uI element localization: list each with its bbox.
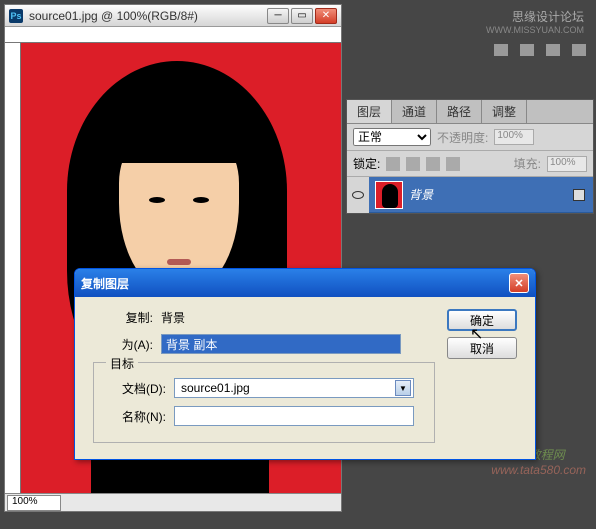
- panel-launcher-icon[interactable]: [572, 44, 586, 56]
- close-button[interactable]: ✕: [315, 8, 337, 24]
- visibility-icon[interactable]: [352, 191, 364, 199]
- lock-all-icon[interactable]: [446, 157, 460, 171]
- lock-image-icon[interactable]: [406, 157, 420, 171]
- document-select[interactable]: source01.jpg ▼: [174, 378, 414, 398]
- ps-icon: Ps: [9, 9, 23, 23]
- duplicate-label: 复制:: [93, 309, 153, 326]
- panel-launcher-icon[interactable]: [520, 44, 534, 56]
- layers-panel: 图层 通道 路径 调整 正常 不透明度: 100% 锁定: 填充: 100% 背…: [346, 99, 594, 214]
- lock-label: 锁定:: [353, 155, 380, 172]
- dialog-close-button[interactable]: ✕: [509, 273, 529, 293]
- watermark-forum: 思缘设计论坛 WWW.MISSYUAN.COM: [346, 2, 594, 37]
- opacity-label: 不透明度:: [437, 129, 488, 146]
- tab-adjust[interactable]: 调整: [482, 100, 527, 123]
- as-input[interactable]: [161, 334, 401, 354]
- blend-mode-select[interactable]: 正常: [353, 128, 431, 146]
- status-bar: 100%: [5, 493, 341, 511]
- ruler-vertical: [5, 43, 21, 493]
- opacity-value[interactable]: 100%: [494, 129, 534, 145]
- dialog-titlebar[interactable]: 复制图层 ✕: [75, 269, 535, 297]
- document-titlebar[interactable]: Ps source01.jpg @ 100%(RGB/8#) ─ ▭ ✕: [5, 5, 341, 27]
- chevron-down-icon[interactable]: ▼: [395, 380, 411, 396]
- tab-channels[interactable]: 通道: [392, 100, 437, 123]
- panel-launcher-icon[interactable]: [494, 44, 508, 56]
- panel-launcher-icon[interactable]: [546, 44, 560, 56]
- doc-label: 文档(D):: [106, 380, 166, 397]
- layer-row[interactable]: 背景: [347, 177, 593, 213]
- zoom-field[interactable]: 100%: [7, 495, 61, 511]
- fill-label: 填充:: [514, 155, 541, 172]
- layer-name[interactable]: 背景: [409, 186, 573, 203]
- maximize-button[interactable]: ▭: [291, 8, 313, 24]
- tab-paths[interactable]: 路径: [437, 100, 482, 123]
- lock-transparent-icon[interactable]: [386, 157, 400, 171]
- fill-value[interactable]: 100%: [547, 156, 587, 172]
- duplicate-source: 背景: [161, 309, 435, 326]
- target-legend: 目标: [106, 355, 138, 372]
- as-label: 为(A):: [93, 336, 153, 353]
- lock-position-icon[interactable]: [426, 157, 440, 171]
- cancel-button[interactable]: 取消: [447, 337, 517, 359]
- tab-layers[interactable]: 图层: [347, 100, 392, 123]
- name-input[interactable]: [174, 406, 414, 426]
- minimize-button[interactable]: ─: [267, 8, 289, 24]
- ruler-horizontal: [5, 27, 341, 43]
- panel-dock-icons: [346, 37, 594, 63]
- layer-thumbnail[interactable]: [375, 181, 403, 209]
- duplicate-layer-dialog: 复制图层 ✕ 复制: 背景 为(A): 目标 文档(D): sou: [74, 268, 536, 460]
- ok-button[interactable]: 确定: [447, 309, 517, 331]
- name-label: 名称(N):: [106, 408, 166, 425]
- document-title: source01.jpg @ 100%(RGB/8#): [29, 9, 267, 23]
- lock-icon: [573, 189, 585, 201]
